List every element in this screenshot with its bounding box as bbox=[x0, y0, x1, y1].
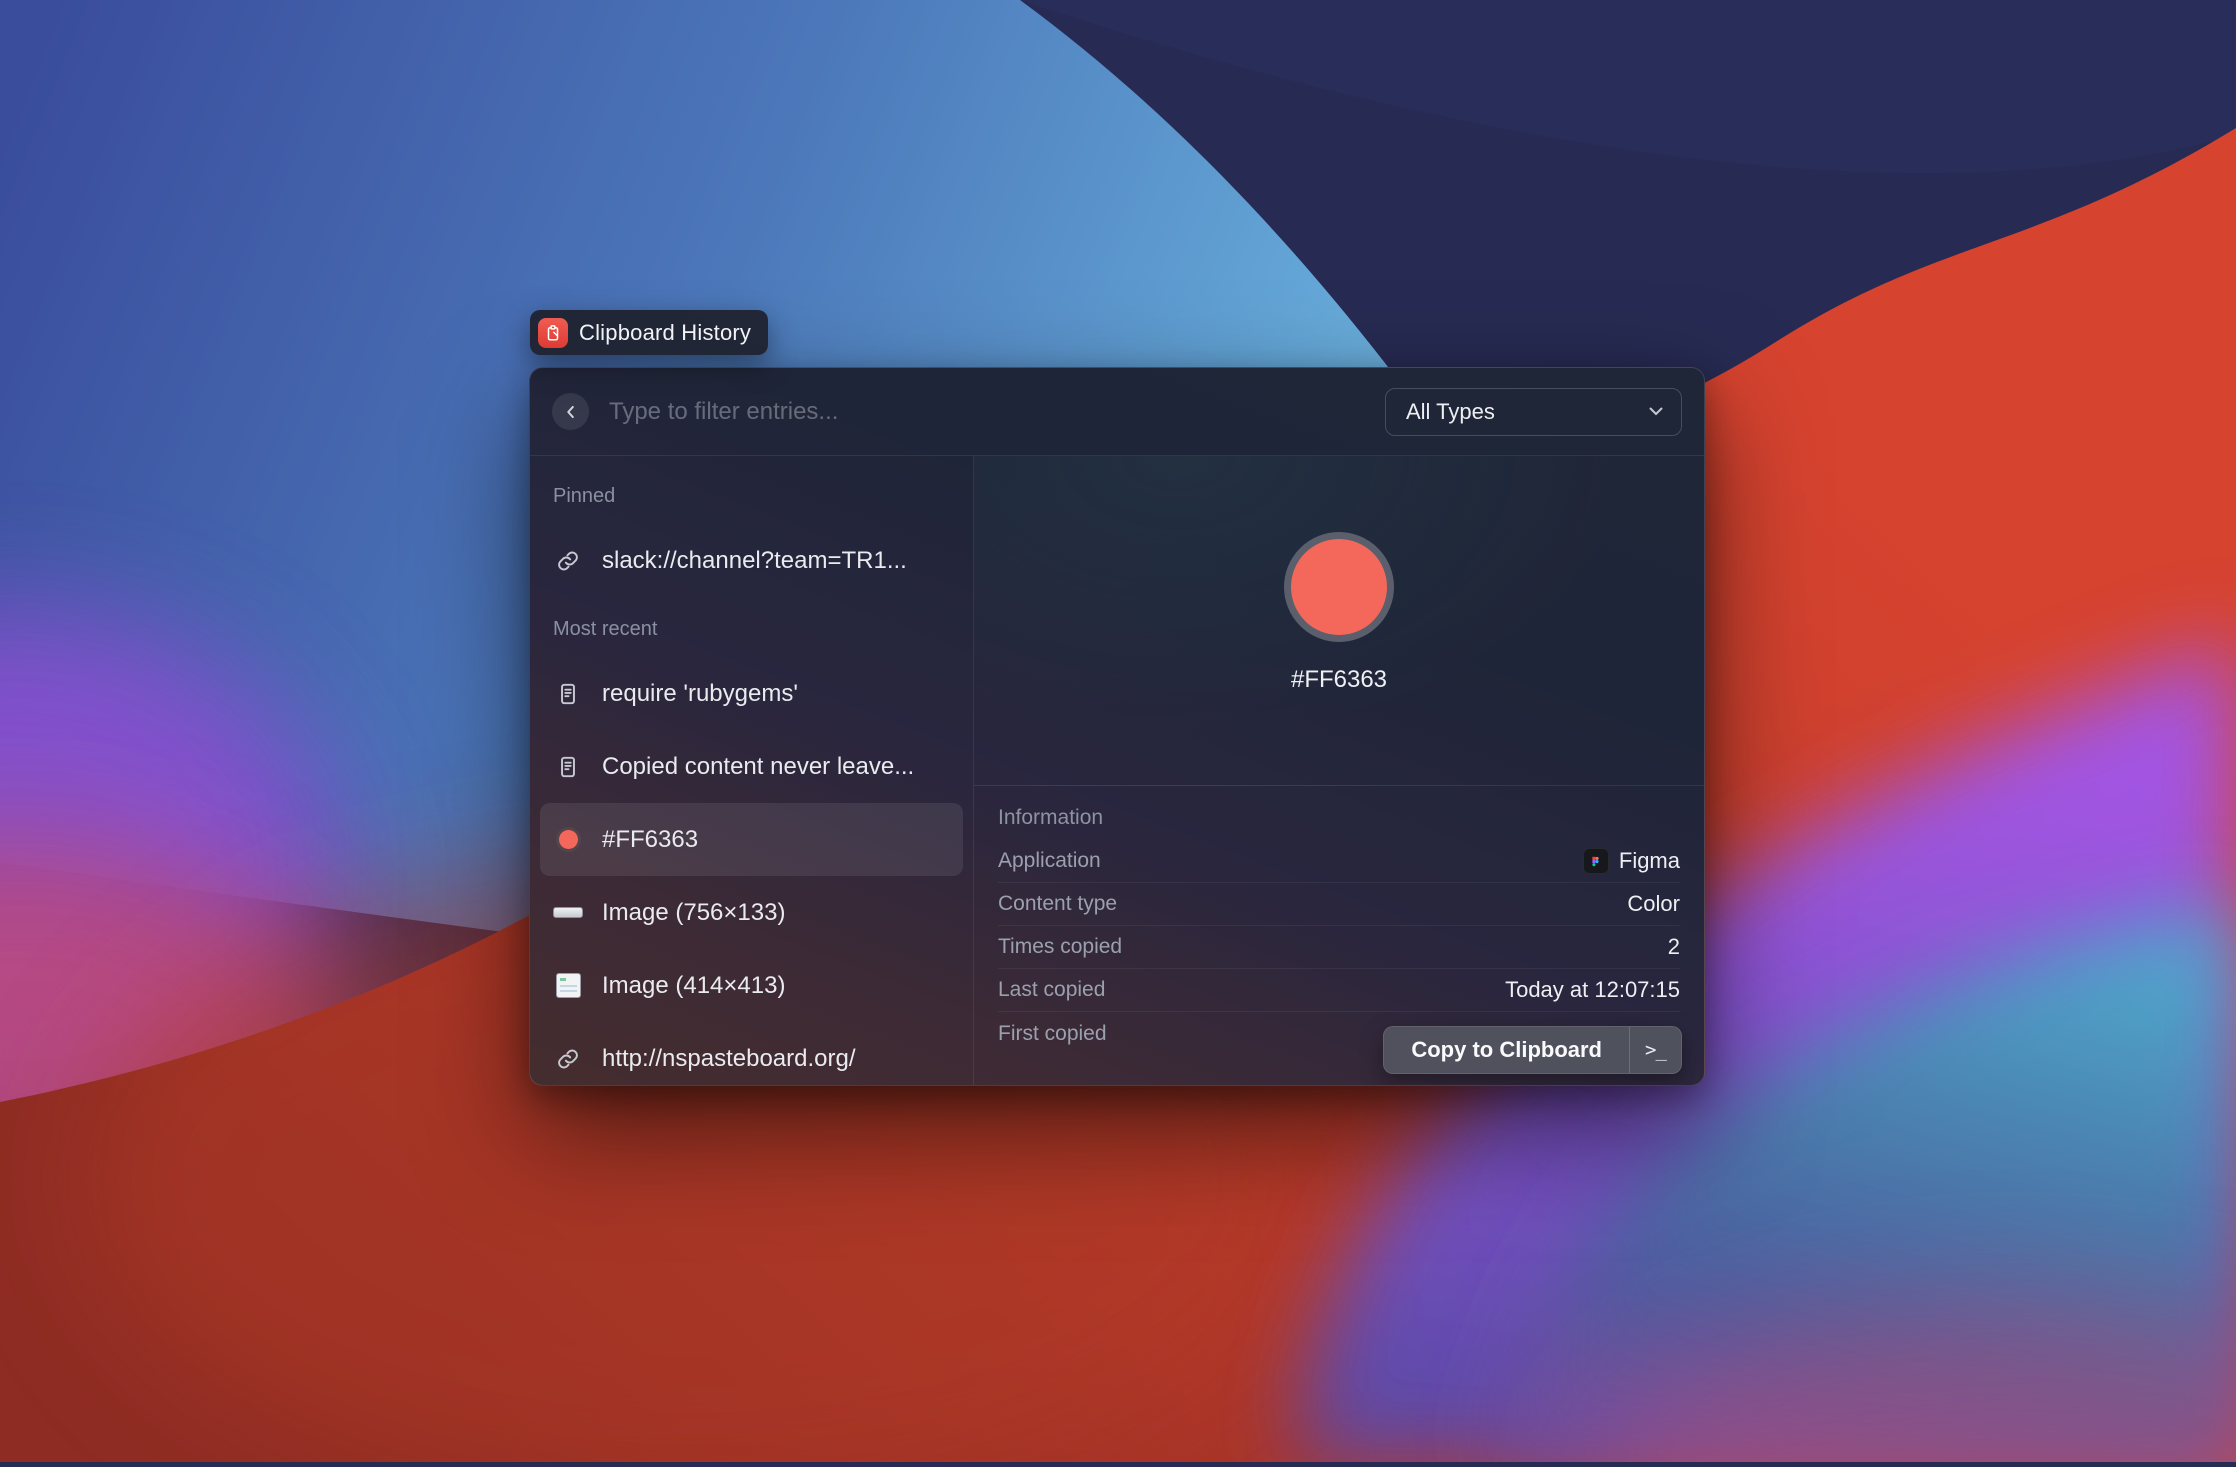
section-header-most-recent: Most recent bbox=[540, 611, 963, 647]
information-header: Information bbox=[998, 800, 1680, 836]
info-value: Today at 12:07:15 bbox=[1505, 977, 1680, 1003]
clipboard-app-icon bbox=[538, 318, 568, 348]
info-label: Application bbox=[998, 849, 1101, 873]
list-item-image-wide[interactable]: Image (756×133) bbox=[540, 876, 963, 949]
clipboard-history-title-chip: Clipboard History bbox=[530, 310, 768, 355]
list-item-nspasteboard-link[interactable]: http://nspasteboard.org/ bbox=[540, 1022, 963, 1085]
list-item-label: require 'rubygems' bbox=[602, 680, 798, 708]
terminal-prompt-icon[interactable]: >_ bbox=[1629, 1027, 1681, 1073]
list-item-label: Image (756×133) bbox=[602, 899, 785, 927]
color-preview-area: #FF6363 bbox=[974, 456, 1704, 786]
list-item-label: #FF6363 bbox=[602, 826, 698, 854]
type-filter-dropdown[interactable]: All Types bbox=[1385, 388, 1682, 436]
type-filter-value: All Types bbox=[1406, 399, 1495, 425]
info-label: Last copied bbox=[998, 978, 1105, 1002]
info-row-application: Application Figma bbox=[998, 840, 1680, 883]
list-item-image-square[interactable]: Image (414×413) bbox=[540, 949, 963, 1022]
list-item-label: Copied content never leave... bbox=[602, 753, 914, 781]
list-item-text-copied-content[interactable]: Copied content never leave... bbox=[540, 730, 963, 803]
search-bar: All Types bbox=[530, 368, 1704, 456]
info-row-content-type: Content type Color bbox=[998, 883, 1680, 926]
info-value: 2 bbox=[1668, 934, 1680, 960]
color-hex-label: #FF6363 bbox=[1291, 666, 1387, 694]
info-value: Color bbox=[1627, 891, 1680, 917]
text-snippet-icon bbox=[553, 754, 583, 780]
chevron-left-icon bbox=[560, 401, 582, 423]
list-item-label: http://nspasteboard.org/ bbox=[602, 1045, 856, 1073]
list-item-slack-link[interactable]: slack://channel?team=TR1... bbox=[540, 524, 963, 597]
clipboard-history-window: All Types Pinned slack://channel?team=TR… bbox=[529, 367, 1705, 1086]
info-label: Content type bbox=[998, 892, 1117, 916]
list-item-label: Image (414×413) bbox=[602, 972, 785, 1000]
info-row-times-copied: Times copied 2 bbox=[998, 926, 1680, 969]
list-item-color-ff6363[interactable]: #FF6363 bbox=[540, 803, 963, 876]
info-value: Figma bbox=[1619, 848, 1680, 874]
filter-input[interactable] bbox=[609, 398, 1385, 426]
list-item-text-rubygems[interactable]: require 'rubygems' bbox=[540, 657, 963, 730]
text-snippet-icon bbox=[553, 681, 583, 707]
chevron-down-icon bbox=[1649, 407, 1663, 416]
color-swatch bbox=[1284, 532, 1394, 642]
figma-app-icon bbox=[1583, 848, 1609, 874]
copy-to-clipboard-button[interactable]: Copy to Clipboard >_ bbox=[1383, 1026, 1682, 1074]
image-wide-icon bbox=[553, 907, 583, 918]
entries-list: Pinned slack://channel?team=TR1... Most … bbox=[530, 456, 974, 1085]
back-button[interactable] bbox=[552, 393, 589, 430]
list-item-label: slack://channel?team=TR1... bbox=[602, 547, 907, 575]
image-square-icon bbox=[553, 973, 583, 998]
window-title: Clipboard History bbox=[579, 320, 751, 346]
copy-button-label: Copy to Clipboard bbox=[1384, 1027, 1629, 1073]
link-icon bbox=[553, 1046, 583, 1072]
color-dot-icon bbox=[553, 827, 583, 852]
info-label: Times copied bbox=[998, 935, 1122, 959]
section-header-pinned: Pinned bbox=[540, 478, 963, 514]
info-label: First copied bbox=[998, 1022, 1107, 1046]
detail-panel: #FF6363 Information Application bbox=[974, 456, 1704, 1085]
link-icon bbox=[553, 548, 583, 574]
info-row-last-copied: Last copied Today at 12:07:15 bbox=[998, 969, 1680, 1012]
